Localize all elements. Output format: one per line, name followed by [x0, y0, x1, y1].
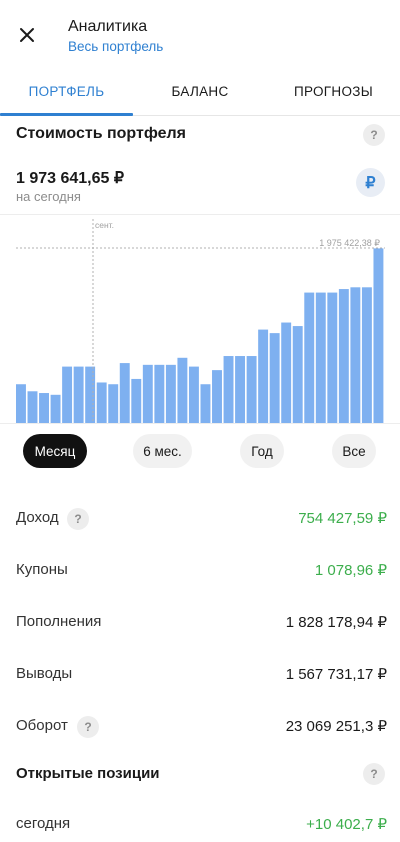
open-positions-today-label: сегодня: [16, 815, 71, 832]
chart-bar: [165, 364, 176, 423]
stat-row-income: Доход ? 754 427,59 ₽: [0, 503, 400, 533]
chart-bar: [73, 366, 84, 423]
chart-bar: [119, 363, 130, 423]
chart-bar: [327, 292, 338, 423]
chart-bar: [223, 356, 234, 423]
stat-label-income: Доход: [16, 509, 59, 526]
period-6-months-button[interactable]: 6 мес.: [133, 434, 192, 468]
chart-bar: [108, 384, 119, 423]
stat-value-turnover: 23 069 251,3 ₽: [285, 718, 387, 735]
stat-row-coupons: Купоны 1 078,96 ₽: [0, 555, 400, 585]
tab-forecasts[interactable]: ПРОГНОЗЫ: [267, 76, 400, 116]
stat-label-deposits: Пополнения: [16, 613, 102, 630]
chart-bar: [27, 391, 38, 423]
tab-portfolio[interactable]: ПОРТФЕЛЬ: [0, 76, 133, 116]
chart-bar: [246, 356, 257, 423]
chart-bar: [373, 248, 384, 423]
chart-bar: [131, 378, 142, 423]
chart-bar: [235, 356, 246, 423]
chart-bar: [50, 394, 61, 423]
chart-bar: [142, 364, 153, 423]
close-button[interactable]: [14, 22, 40, 48]
chart-bar: [304, 292, 315, 423]
close-icon: [20, 28, 34, 42]
chart-bar: [281, 322, 292, 423]
period-selector: Месяц 6 мес. Год Все: [0, 434, 400, 468]
chart-bar: [39, 393, 49, 423]
tab-balance[interactable]: БАЛАНС: [133, 76, 267, 116]
portfolio-value-caption: на сегодня: [16, 189, 81, 204]
chart-bar: [177, 357, 188, 423]
page-title: Аналитика: [68, 18, 148, 35]
chart-bar: [96, 382, 107, 423]
chart-bar: [16, 384, 26, 423]
chart-bar: [200, 384, 211, 423]
period-month-button[interactable]: Месяц: [23, 434, 87, 468]
chart-bar: [292, 326, 303, 423]
stat-row-deposits: Пополнения 1 828 178,94 ₽: [0, 607, 400, 637]
open-positions-today-value: +10 402,7 ₽: [306, 816, 387, 833]
chart-bar: [350, 287, 361, 423]
stat-row-withdrawals: Выводы 1 567 731,17 ₽: [0, 659, 400, 689]
stat-row-open-positions-today: сегодня +10 402,7 ₽: [0, 809, 400, 839]
stat-label-coupons: Купоны: [16, 561, 68, 578]
portfolio-value: 1 973 641,65 ₽: [16, 170, 125, 187]
portfolio-bar-chart: сент. 1 975 422,38 ₽: [16, 219, 385, 423]
chart-bar: [85, 366, 96, 423]
portfolio-value-title: Стоимость портфеля: [16, 125, 187, 142]
chart-bar: [62, 366, 73, 423]
open-positions-help-icon[interactable]: ?: [363, 763, 385, 785]
stat-value-income: 754 427,59 ₽: [298, 510, 387, 527]
portfolio-value-help-icon[interactable]: ?: [363, 124, 385, 146]
stat-label-withdrawals: Выводы: [16, 665, 73, 682]
chart-bar: [212, 370, 222, 423]
chart-bar: [361, 287, 372, 423]
stat-value-coupons: 1 078,96 ₽: [314, 562, 387, 579]
stat-row-turnover: Оборот ? 23 069 251,3 ₽: [0, 711, 400, 741]
turnover-help-icon[interactable]: ?: [77, 716, 99, 738]
chart-bar: [315, 292, 326, 423]
chart-bar: [258, 329, 269, 423]
period-all-button[interactable]: Все: [332, 434, 376, 468]
chart-month-marker-label: сент.: [95, 220, 114, 230]
chart-bar: [154, 364, 165, 423]
chart-bars: [16, 248, 384, 423]
chart-bar: [269, 333, 280, 423]
portfolio-chart[interactable]: сент. 1 975 422,38 ₽: [0, 214, 400, 424]
stat-value-withdrawals: 1 567 731,17 ₽: [285, 666, 387, 683]
stat-label-turnover: Оборот: [16, 717, 68, 734]
chart-bar: [338, 289, 349, 423]
active-tab-indicator: [0, 113, 133, 116]
app-header: Аналитика Весь портфель: [0, 0, 400, 62]
currency-toggle-button[interactable]: ₽: [356, 168, 385, 197]
open-positions-title: Открытые позиции: [16, 765, 160, 782]
chart-max-label: 1 975 422,38 ₽: [319, 238, 380, 248]
chart-bar: [188, 366, 199, 423]
income-help-icon[interactable]: ?: [67, 508, 89, 530]
tab-bar: ПОРТФЕЛЬ БАЛАНС ПРОГНОЗЫ: [0, 76, 400, 116]
period-year-button[interactable]: Год: [240, 434, 284, 468]
stat-value-deposits: 1 828 178,94 ₽: [285, 614, 387, 631]
portfolio-selector-link[interactable]: Весь портфель: [68, 39, 163, 54]
